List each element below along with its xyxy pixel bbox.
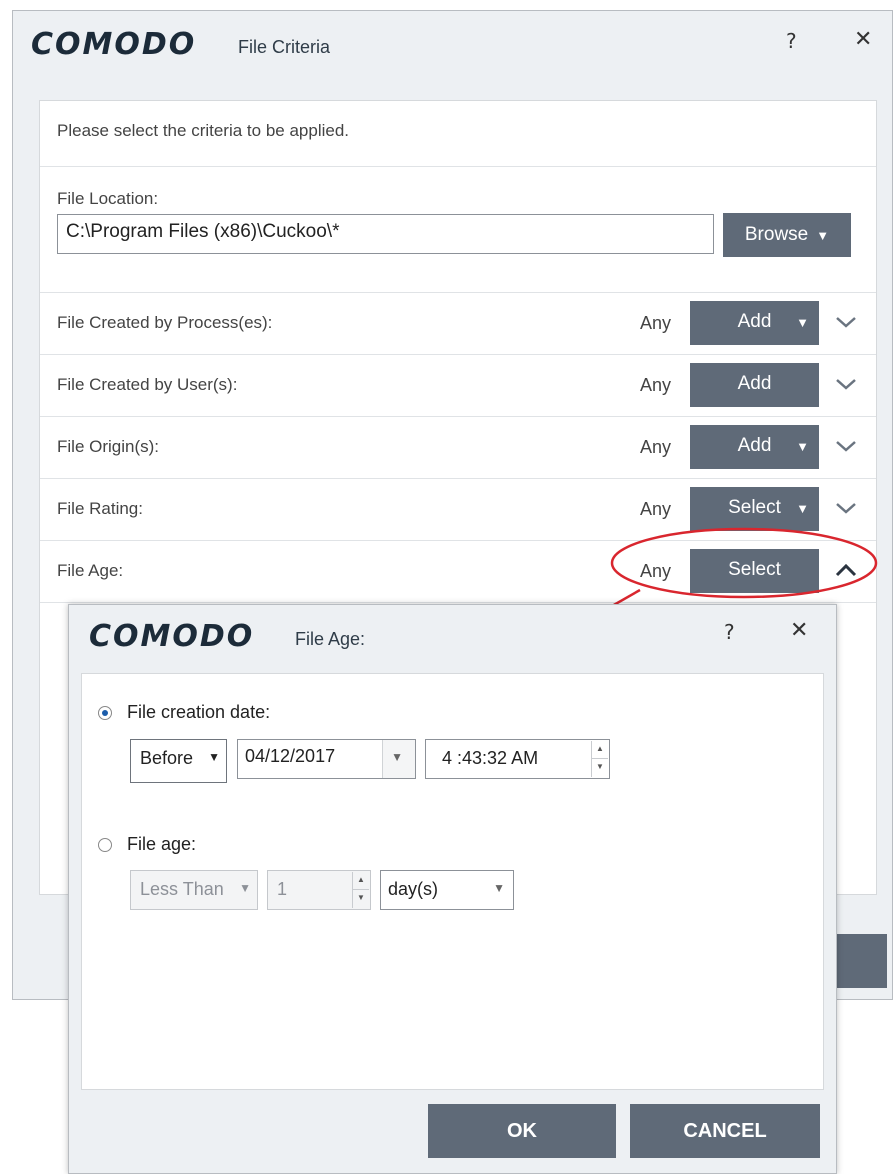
divider [40,166,876,167]
date-picker[interactable]: 04/12/2017 ▼ [237,739,416,779]
chevron-down-icon[interactable] [833,433,859,459]
file-age-radio[interactable] [98,838,112,852]
instruction-text: Please select the criteria to be applied… [57,121,350,140]
chevron-down-icon[interactable] [833,309,859,335]
comodo-logo: COMODO [31,27,197,62]
age-comparator-value: Less Than [140,879,224,899]
caret-down-icon: ▼ [391,750,403,764]
comparator-select[interactable]: Before ▼ [130,739,227,783]
time-picker[interactable]: 4 :43:32 AM ▲ ▼ [425,739,610,779]
caret-down-icon: ▼ [796,501,809,516]
caret-down-icon: ▼ [493,881,505,895]
close-button[interactable]: ✕ [854,27,872,52]
spin-up-icon[interactable]: ▲ [353,872,369,890]
file-age-panel: File creation date: Before ▼ 04/12/2017 … [81,673,824,1090]
creation-date-label: File creation date: [127,702,271,722]
close-button[interactable]: ✕ [790,618,808,643]
divider [40,602,876,603]
add-user-button[interactable]: Add [690,363,819,407]
age-quantity-input[interactable]: 1 ▲ ▼ [267,870,371,910]
date-value: 04/12/2017 [245,746,336,766]
criteria-label: File Created by User(s): [57,375,238,394]
criteria-value: Any [640,437,672,457]
spin-up-icon[interactable]: ▲ [592,741,608,759]
time-spinner[interactable]: ▲ ▼ [591,741,608,777]
criteria-row-age: File Age: Any Select [40,541,876,603]
main-ok-button[interactable] [833,934,887,988]
criteria-value: Any [640,375,672,395]
file-location-input[interactable]: C:\Program Files (x86)\Cuckoo\* [57,214,714,254]
age-comparator-select[interactable]: Less Than ▼ [130,870,258,910]
age-unit-value: day(s) [388,879,439,899]
dialog-title: File Age: [295,629,366,649]
criteria-label: File Age: [57,561,124,580]
file-age-label: File age: [127,834,197,854]
comparator-value: Before [140,748,194,768]
caret-down-icon: ▼ [796,315,809,330]
select-rating-button[interactable]: Select ▼ [690,487,819,531]
criteria-value: Any [640,313,672,333]
ok-button[interactable]: OK [428,1104,616,1158]
add-process-button[interactable]: Add ▼ [690,301,819,345]
add-origin-button[interactable]: Add ▼ [690,425,819,469]
help-button[interactable]: ? [724,620,735,644]
criteria-label: File Rating: [57,499,143,518]
file-location-label: File Location: [57,189,159,208]
caret-down-icon: ▼ [208,750,220,764]
criteria-row-process: File Created by Process(es): Any Add ▼ [40,293,876,355]
help-button[interactable]: ? [786,29,797,53]
window-title: File Criteria [238,37,331,57]
caret-down-icon: ▼ [816,227,830,243]
age-spinner[interactable]: ▲ ▼ [352,872,369,908]
button-label: Add [737,373,772,394]
criteria-row-user: File Created by User(s): Any Add [40,355,876,417]
browse-label: Browse [744,224,809,245]
title-bar: COMODO File Criteria ? ✕ [13,11,892,83]
button-label: Select [728,559,781,580]
caret-down-icon: ▼ [796,439,809,454]
browse-button[interactable]: Browse ▼ [723,213,851,257]
caret-down-icon: ▼ [239,881,251,895]
cancel-button[interactable]: CANCEL [630,1104,820,1158]
time-value: 4 :43:32 AM [442,748,539,768]
chevron-up-icon[interactable] [833,557,859,583]
creation-date-radio[interactable] [98,706,112,720]
chevron-down-icon[interactable] [833,495,859,521]
chevron-down-icon[interactable] [833,371,859,397]
criteria-value: Any [640,499,672,519]
file-age-dialog: COMODO File Age: ? ✕ File creation date:… [68,604,837,1174]
criteria-row-rating: File Rating: Any Select ▼ [40,479,876,541]
spin-down-icon[interactable]: ▼ [592,759,608,777]
criteria-value: Any [640,561,672,581]
criteria-label: File Created by Process(es): [57,313,273,332]
comodo-logo: COMODO [89,619,255,654]
spin-down-icon[interactable]: ▼ [353,890,369,908]
age-unit-select[interactable]: day(s) ▼ [380,870,514,910]
criteria-row-origin: File Origin(s): Any Add ▼ [40,417,876,479]
select-age-button[interactable]: Select [690,549,819,593]
age-quantity-value: 1 [277,879,288,899]
criteria-label: File Origin(s): [57,437,160,456]
